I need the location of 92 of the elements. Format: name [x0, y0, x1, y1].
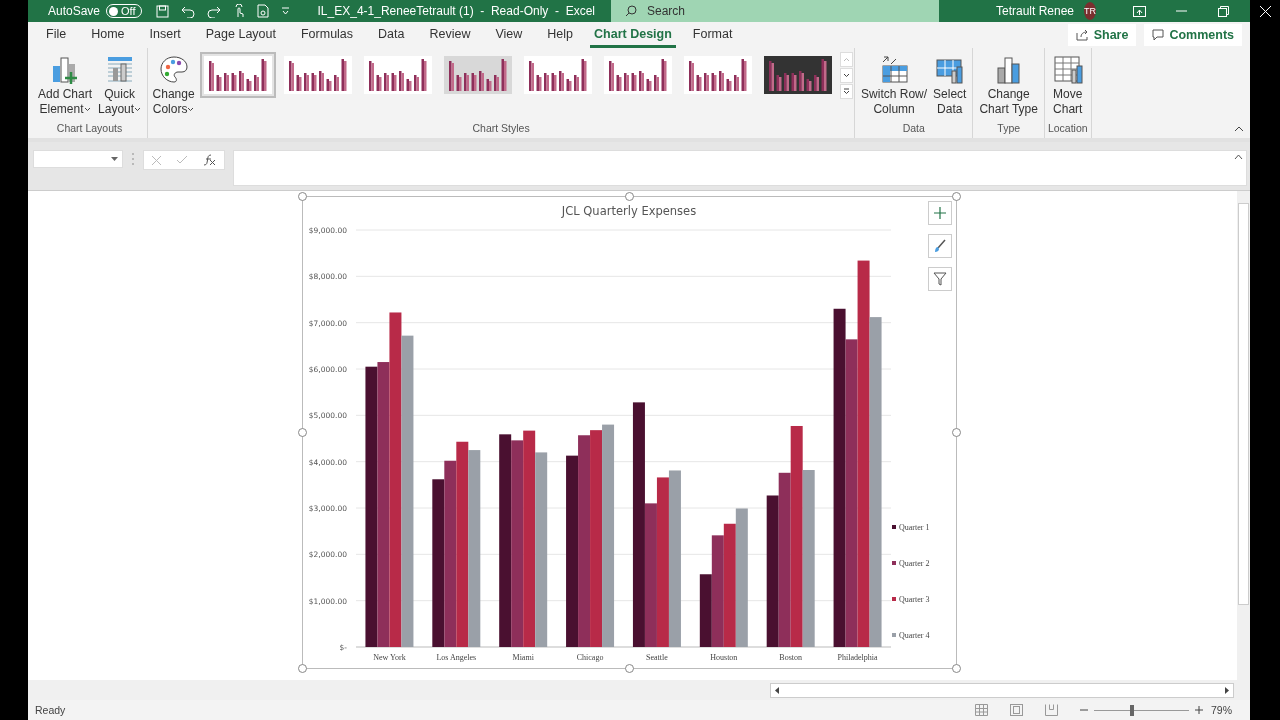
chart-style-thumbnail[interactable] [199, 52, 276, 98]
palette-icon [157, 54, 190, 86]
legend-label: Quarter 3 [899, 595, 930, 604]
chevron-up-icon [842, 57, 850, 62]
ribbon-tab[interactable]: Format [684, 22, 741, 48]
category-label: Los Angeles [436, 653, 477, 662]
legend-label: Quarter 2 [899, 559, 930, 568]
ribbon-tab[interactable]: Page Layout [197, 22, 284, 48]
zoom-level[interactable]: 79% [1211, 704, 1232, 716]
ribbon-tab[interactable]: Chart Design [590, 22, 676, 48]
resize-handle[interactable] [952, 428, 961, 437]
more-icon [842, 88, 850, 95]
comments-button[interactable]: Comments [1144, 24, 1242, 46]
filter-icon [933, 272, 947, 286]
chart-filter-button[interactable] [928, 267, 952, 291]
page-layout-view-icon[interactable] [1010, 704, 1023, 716]
normal-view-icon[interactable] [975, 704, 988, 716]
resize-handle[interactable] [298, 664, 307, 673]
ribbon-button[interactable]: Select Data [930, 52, 970, 119]
user-avatar[interactable]: TR [1084, 2, 1097, 20]
ribbon-button[interactable]: Add Chart Element [35, 52, 96, 119]
ribbon-tab[interactable]: View [487, 22, 531, 48]
gallery-down-button[interactable] [839, 68, 853, 83]
ribbon-tab[interactable]: Formulas [292, 22, 362, 48]
ribbon-tab[interactable]: Home [83, 22, 133, 48]
page-break-view-icon[interactable] [1045, 704, 1058, 716]
gallery-more-button[interactable] [839, 84, 853, 99]
category-label: New York [373, 653, 406, 662]
legend-label: Quarter 1 [899, 523, 930, 532]
save-icon[interactable] [155, 4, 169, 18]
ribbon-tab[interactable]: Data [370, 22, 413, 48]
user-name: Tetrault Renee [996, 4, 1075, 18]
ribbon-button[interactable]: Move Chart [1048, 52, 1087, 119]
chart-frame[interactable] [302, 196, 957, 669]
ribbon-button[interactable]: Change Chart Type [976, 52, 1041, 119]
caret-icon [187, 107, 195, 112]
legend-label: Quarter 4 [899, 631, 930, 640]
share-button[interactable]: Share [1067, 24, 1137, 46]
customize-toolbar-icon[interactable] [280, 7, 290, 15]
zoom-in-icon[interactable] [1195, 706, 1203, 714]
vertical-scrollbar[interactable] [1237, 191, 1250, 680]
autosave-label: AutoSave [48, 4, 101, 18]
caret-icon [83, 107, 91, 112]
share-icon [1075, 29, 1089, 41]
undo-icon[interactable] [180, 4, 195, 18]
redo-icon[interactable] [206, 4, 221, 18]
insert-function-icon[interactable] [203, 154, 216, 166]
ribbon-button[interactable]: Switch Row/ Column [858, 52, 931, 119]
grip-icon [131, 150, 135, 168]
move-chart-icon [1051, 54, 1084, 86]
resize-handle[interactable] [298, 192, 307, 201]
group-label: Data [902, 122, 925, 136]
resize-handle[interactable] [298, 428, 307, 437]
group-label: Chart Styles [472, 122, 530, 136]
comment-icon [1152, 29, 1165, 41]
ribbon-button[interactable]: Quick Layout [95, 52, 145, 119]
resize-handle[interactable] [952, 664, 961, 673]
plus-icon [933, 206, 947, 220]
category-label: Philadelphia [837, 653, 878, 662]
ribbon-tab[interactable]: Insert [141, 22, 189, 48]
collapse-formula-bar-icon[interactable] [1234, 154, 1243, 160]
add-chart-element-button[interactable] [928, 201, 952, 225]
ribbon-tab[interactable]: Review [421, 22, 479, 48]
brush-icon [933, 239, 947, 253]
category-label: Chicago [576, 653, 604, 662]
chart-title: JCL Quarterly Expenses [561, 204, 697, 218]
group-label: Chart Layouts [56, 122, 123, 136]
print-preview-icon[interactable] [256, 4, 269, 18]
ribbon-tab[interactable]: Help [539, 22, 582, 48]
collapse-ribbon-icon[interactable] [1234, 126, 1244, 132]
ribbon-button[interactable]: Change Colors [149, 52, 198, 119]
category-label: Seattle [646, 653, 668, 662]
ribbon-tab[interactable]: File [38, 22, 75, 48]
category-label: Houston [710, 653, 738, 662]
caret-icon [134, 107, 142, 112]
group-label: Location [1047, 122, 1088, 136]
touch-mode-icon[interactable] [232, 4, 245, 18]
dropdown-icon [111, 157, 118, 161]
resize-handle[interactable] [952, 192, 961, 201]
window-title: IL_EX_4-1_ReneeTetrault (1) - Read-Only - Excel [317, 4, 595, 18]
chart-styles-button[interactable] [928, 234, 952, 258]
category-label: Boston [779, 653, 802, 662]
search-field[interactable]: Search [611, 0, 939, 22]
horizontal-scrollbar[interactable] [770, 682, 1234, 698]
formula-input[interactable] [233, 150, 1247, 186]
resize-handle[interactable] [625, 192, 634, 201]
chevron-down-icon [842, 73, 850, 78]
status-text: Ready [35, 704, 66, 716]
search-icon [625, 5, 637, 17]
group-label: Type [997, 122, 1021, 136]
resize-handle[interactable] [625, 664, 634, 673]
category-label: Miami [512, 653, 534, 662]
